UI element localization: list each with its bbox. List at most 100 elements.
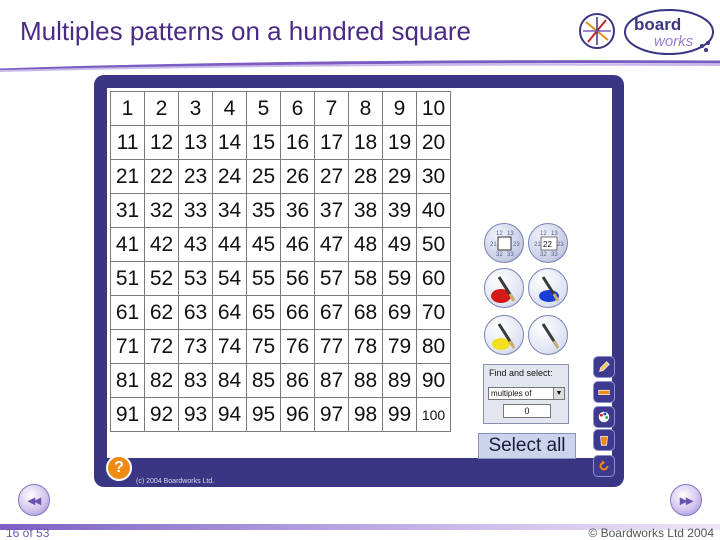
hide-number-tool-button[interactable]: 12 13 21 23 32 33	[484, 223, 524, 263]
number-cell[interactable]: 86	[281, 364, 315, 398]
number-cell[interactable]: 85	[247, 364, 281, 398]
previous-slide-button[interactable]: ◂◂	[18, 484, 50, 516]
number-cell[interactable]: 43	[179, 228, 213, 262]
number-cell[interactable]: 5	[247, 92, 281, 126]
number-cell[interactable]: 12	[145, 126, 179, 160]
next-slide-button[interactable]: ▸▸	[670, 484, 702, 516]
number-cell[interactable]: 1	[111, 92, 145, 126]
number-cell[interactable]: 22	[145, 160, 179, 194]
number-cell[interactable]: 24	[213, 160, 247, 194]
clear-bin-button[interactable]	[593, 429, 615, 451]
multiple-number-input[interactable]: 0	[503, 404, 551, 418]
show-number-tool-button[interactable]: 12 13 21 23 32 33 22	[528, 223, 568, 263]
number-cell[interactable]: 21	[111, 160, 145, 194]
number-cell[interactable]: 36	[281, 194, 315, 228]
number-cell[interactable]: 30	[417, 160, 451, 194]
number-cell[interactable]: 60	[417, 262, 451, 296]
number-cell[interactable]: 53	[179, 262, 213, 296]
number-cell[interactable]: 50	[417, 228, 451, 262]
multiples-mode-dropdown[interactable]: multiples of ▼	[488, 387, 565, 400]
number-cell[interactable]: 15	[247, 126, 281, 160]
number-cell[interactable]: 58	[349, 262, 383, 296]
number-cell[interactable]: 27	[315, 160, 349, 194]
number-cell[interactable]: 63	[179, 296, 213, 330]
number-cell[interactable]: 91	[111, 398, 145, 432]
number-cell[interactable]: 56	[281, 262, 315, 296]
number-cell[interactable]: 95	[247, 398, 281, 432]
number-cell[interactable]: 87	[315, 364, 349, 398]
number-cell[interactable]: 39	[383, 194, 417, 228]
number-cell[interactable]: 25	[247, 160, 281, 194]
number-cell[interactable]: 100	[417, 398, 451, 432]
number-cell[interactable]: 90	[417, 364, 451, 398]
number-cell[interactable]: 45	[247, 228, 281, 262]
number-cell[interactable]: 35	[247, 194, 281, 228]
number-cell[interactable]: 26	[281, 160, 315, 194]
number-cell[interactable]: 47	[315, 228, 349, 262]
number-cell[interactable]: 97	[315, 398, 349, 432]
number-cell[interactable]: 13	[179, 126, 213, 160]
number-cell[interactable]: 74	[213, 330, 247, 364]
number-cell[interactable]: 51	[111, 262, 145, 296]
number-cell[interactable]: 31	[111, 194, 145, 228]
eraser-tool-button[interactable]	[593, 381, 615, 403]
number-cell[interactable]: 79	[383, 330, 417, 364]
number-cell[interactable]: 34	[213, 194, 247, 228]
number-cell[interactable]: 20	[417, 126, 451, 160]
number-cell[interactable]: 41	[111, 228, 145, 262]
number-cell[interactable]: 37	[315, 194, 349, 228]
number-cell[interactable]: 42	[145, 228, 179, 262]
number-cell[interactable]: 61	[111, 296, 145, 330]
reset-button[interactable]	[593, 455, 615, 477]
number-cell[interactable]: 64	[213, 296, 247, 330]
number-cell[interactable]: 98	[349, 398, 383, 432]
number-cell[interactable]: 80	[417, 330, 451, 364]
number-cell[interactable]: 71	[111, 330, 145, 364]
number-cell[interactable]: 32	[145, 194, 179, 228]
red-paint-brush-button[interactable]	[484, 268, 524, 308]
number-cell[interactable]: 7	[315, 92, 349, 126]
select-all-button[interactable]: Select all	[478, 433, 576, 459]
number-cell[interactable]: 70	[417, 296, 451, 330]
number-cell[interactable]: 3	[179, 92, 213, 126]
number-cell[interactable]: 55	[247, 262, 281, 296]
number-cell[interactable]: 81	[111, 364, 145, 398]
number-cell[interactable]: 2	[145, 92, 179, 126]
number-cell[interactable]: 99	[383, 398, 417, 432]
number-cell[interactable]: 38	[349, 194, 383, 228]
number-cell[interactable]: 77	[315, 330, 349, 364]
white-paint-brush-button[interactable]	[528, 315, 568, 355]
number-cell[interactable]: 94	[213, 398, 247, 432]
blue-paint-brush-button[interactable]	[528, 268, 568, 308]
number-cell[interactable]: 92	[145, 398, 179, 432]
number-cell[interactable]: 16	[281, 126, 315, 160]
number-cell[interactable]: 19	[383, 126, 417, 160]
number-cell[interactable]: 8	[349, 92, 383, 126]
number-cell[interactable]: 46	[281, 228, 315, 262]
number-cell[interactable]: 29	[383, 160, 417, 194]
number-cell[interactable]: 14	[213, 126, 247, 160]
number-cell[interactable]: 82	[145, 364, 179, 398]
number-cell[interactable]: 76	[281, 330, 315, 364]
number-cell[interactable]: 88	[349, 364, 383, 398]
number-cell[interactable]: 44	[213, 228, 247, 262]
number-cell[interactable]: 9	[383, 92, 417, 126]
number-cell[interactable]: 4	[213, 92, 247, 126]
number-cell[interactable]: 72	[145, 330, 179, 364]
number-cell[interactable]: 18	[349, 126, 383, 160]
number-cell[interactable]: 62	[145, 296, 179, 330]
number-cell[interactable]: 78	[349, 330, 383, 364]
number-cell[interactable]: 57	[315, 262, 349, 296]
pencil-tool-button[interactable]	[593, 356, 615, 378]
number-cell[interactable]: 10	[417, 92, 451, 126]
number-cell[interactable]: 23	[179, 160, 213, 194]
number-cell[interactable]: 33	[179, 194, 213, 228]
number-cell[interactable]: 28	[349, 160, 383, 194]
number-cell[interactable]: 54	[213, 262, 247, 296]
number-cell[interactable]: 48	[349, 228, 383, 262]
help-button[interactable]: ?	[106, 455, 132, 481]
number-cell[interactable]: 68	[349, 296, 383, 330]
palette-tool-button[interactable]	[593, 406, 615, 428]
number-cell[interactable]: 69	[383, 296, 417, 330]
number-cell[interactable]: 75	[247, 330, 281, 364]
